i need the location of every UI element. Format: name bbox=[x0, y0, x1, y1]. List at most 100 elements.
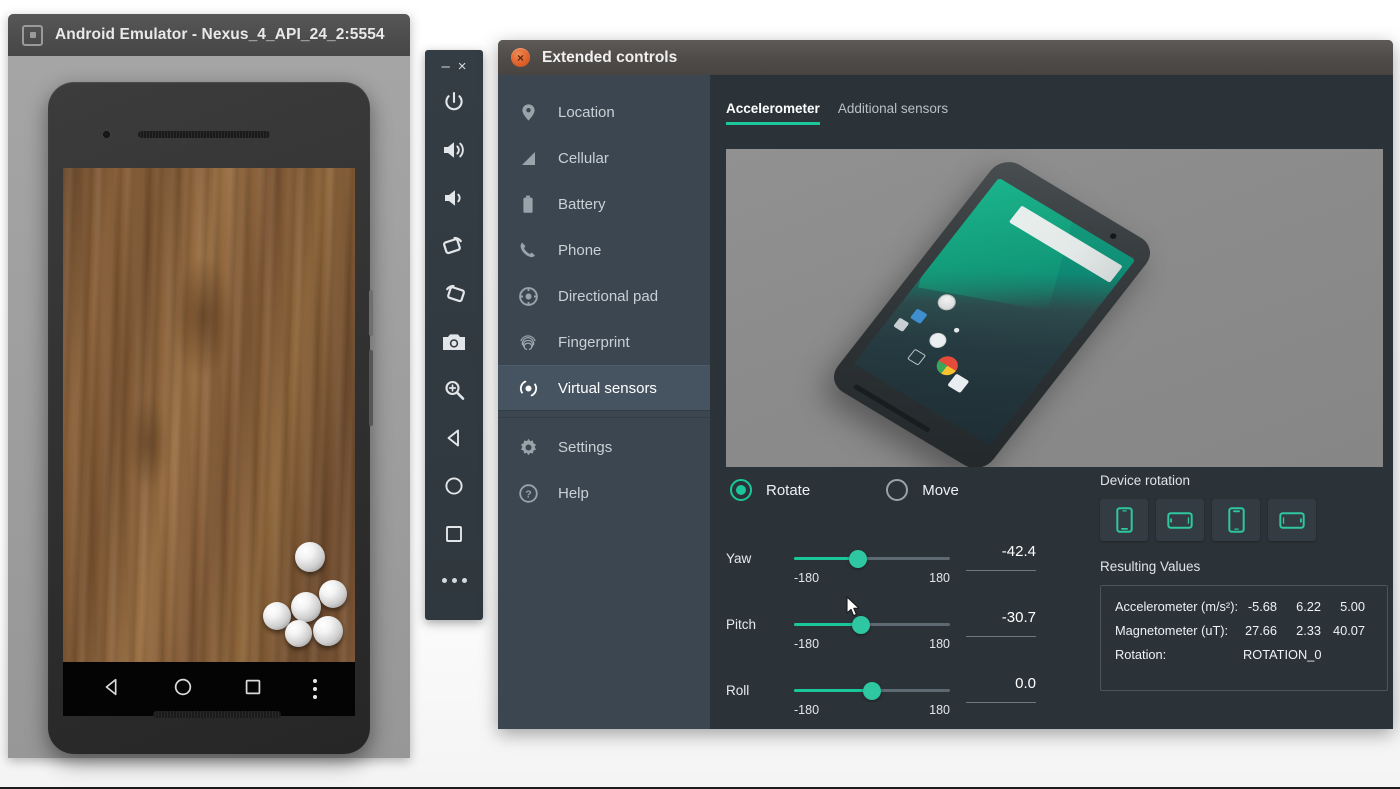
radio-rotate[interactable]: Rotate bbox=[730, 479, 810, 501]
preview-settings-icon bbox=[907, 348, 926, 365]
device-navigation-bar[interactable] bbox=[63, 662, 355, 716]
virtual-sensors-panel: Accelerometer Additional sensors bbox=[710, 75, 1393, 729]
slider-value-roll[interactable]: 0.0 bbox=[966, 675, 1036, 703]
preview-device-screen bbox=[854, 178, 1136, 446]
toolbar-window-buttons: – × bbox=[425, 50, 483, 78]
sidebar-item-cellular[interactable]: Cellular bbox=[498, 135, 710, 181]
phone-handset-icon bbox=[518, 240, 538, 260]
sidebar-item-label: Virtual sensors bbox=[558, 380, 657, 397]
slider-knob-yaw[interactable] bbox=[849, 550, 867, 568]
slider-min-roll: -180 bbox=[794, 703, 819, 717]
volume-up-icon[interactable] bbox=[425, 126, 483, 174]
rotation-value: ROTATION_0 bbox=[1243, 647, 1321, 662]
nav-back-icon[interactable] bbox=[101, 676, 123, 703]
camera-icon[interactable] bbox=[425, 318, 483, 366]
rotation-reverse-portrait-icon[interactable] bbox=[1212, 499, 1260, 541]
device-rotation-buttons bbox=[1100, 499, 1388, 541]
sidebar-item-battery[interactable]: Battery bbox=[498, 181, 710, 227]
marble-ball bbox=[295, 542, 325, 572]
slider-value-yaw[interactable]: -42.4 bbox=[966, 543, 1036, 571]
preview-google-icon bbox=[934, 292, 959, 314]
preview-search-bar bbox=[1009, 205, 1123, 282]
minimize-button[interactable]: – bbox=[441, 59, 449, 74]
rotation-landscape-icon[interactable] bbox=[1156, 499, 1204, 541]
device-power-button[interactable] bbox=[369, 290, 373, 336]
slider-track-roll[interactable] bbox=[794, 689, 950, 692]
slider-track-pitch[interactable] bbox=[794, 623, 950, 626]
dpad-icon bbox=[518, 286, 538, 306]
close-icon[interactable]: × bbox=[511, 48, 530, 67]
slider-row-roll: Roll -180 180 0.0 bbox=[726, 659, 1026, 725]
slider-fill-pitch bbox=[794, 623, 861, 626]
volume-down-icon[interactable] bbox=[425, 174, 483, 222]
slider-row-yaw: Yaw -180 180 -42.4 bbox=[726, 527, 1026, 593]
home-icon[interactable] bbox=[425, 462, 483, 510]
sidebar-item-phone[interactable]: Phone bbox=[498, 227, 710, 273]
rotation-portrait-icon[interactable] bbox=[1100, 499, 1148, 541]
slider-min-yaw: -180 bbox=[794, 571, 819, 585]
bottom-speaker bbox=[153, 711, 281, 718]
accelerometer-key: Accelerometer (m/s²): bbox=[1115, 599, 1243, 614]
emulator-window-body bbox=[8, 56, 410, 758]
preview-calendar-icon bbox=[926, 330, 950, 351]
sidebar-item-label: Location bbox=[558, 104, 615, 121]
extended-controls-body: Location Cellular Battery Phone bbox=[498, 75, 1393, 729]
sidebar-item-label: Cellular bbox=[558, 150, 609, 167]
fingerprint-icon bbox=[518, 332, 538, 352]
overview-icon[interactable] bbox=[425, 510, 483, 558]
resulting-values-label: Resulting Values bbox=[1100, 559, 1388, 574]
power-icon[interactable] bbox=[425, 78, 483, 126]
sidebar-item-label: Directional pad bbox=[558, 288, 658, 305]
sidebar-item-settings[interactable]: Settings bbox=[498, 424, 710, 470]
wood-background-image bbox=[63, 168, 355, 662]
preview-app-dot-icon bbox=[953, 327, 960, 334]
tab-accelerometer[interactable]: Accelerometer bbox=[726, 101, 820, 125]
device-volume-button[interactable] bbox=[369, 350, 373, 426]
slider-value-pitch[interactable]: -30.7 bbox=[966, 609, 1036, 637]
nav-recents-icon[interactable] bbox=[242, 676, 264, 703]
sidebar-item-label: Battery bbox=[558, 196, 606, 213]
preview-play-icon bbox=[893, 317, 909, 331]
sidebar-item-virtual-sensors[interactable]: Virtual sensors bbox=[498, 365, 710, 411]
sidebar-item-fingerprint[interactable]: Fingerprint bbox=[498, 319, 710, 365]
sidebar-item-location[interactable]: Location bbox=[498, 89, 710, 135]
slider-row-pitch: Pitch -180 180 -30.7 bbox=[726, 593, 1026, 659]
preview-maps-icon bbox=[910, 308, 928, 324]
sidebar-item-directional-pad[interactable]: Directional pad bbox=[498, 273, 710, 319]
accelerometer-z: 5.00 bbox=[1331, 599, 1365, 614]
extended-controls-titlebar[interactable]: × Extended controls bbox=[498, 40, 1393, 75]
slider-track-yaw[interactable] bbox=[794, 557, 950, 560]
device-rotation-section: Device rotation Resulting Values bbox=[1100, 473, 1388, 691]
slider-knob-roll[interactable] bbox=[863, 682, 881, 700]
device-screen[interactable] bbox=[63, 168, 355, 662]
more-icon[interactable] bbox=[425, 558, 483, 602]
back-icon[interactable] bbox=[425, 414, 483, 462]
accelerometer-y: 6.22 bbox=[1287, 599, 1321, 614]
radio-move-label: Move bbox=[922, 482, 959, 499]
slider-label-pitch: Pitch bbox=[726, 617, 756, 632]
rotate-left-icon[interactable] bbox=[425, 222, 483, 270]
rotation-reverse-landscape-icon[interactable] bbox=[1268, 499, 1316, 541]
location-pin-icon bbox=[518, 102, 538, 122]
rotation-sliders: Yaw -180 180 -42.4 Pitch bbox=[726, 527, 1026, 725]
magnetometer-values: 27.66 2.33 40.07 bbox=[1243, 623, 1365, 638]
emulator-titlebar[interactable]: Android Emulator - Nexus_4_API_24_2:5554 bbox=[8, 14, 410, 56]
sidebar-item-help[interactable]: ? Help bbox=[498, 470, 710, 516]
nav-overflow-icon[interactable] bbox=[313, 679, 317, 699]
device-orientation-preview[interactable] bbox=[726, 149, 1383, 467]
accelerometer-values: -5.68 6.22 5.00 bbox=[1243, 599, 1365, 614]
help-circle-icon: ? bbox=[518, 483, 538, 503]
zoom-icon[interactable] bbox=[425, 366, 483, 414]
sidebar-item-label: Settings bbox=[558, 439, 612, 456]
rotate-right-icon[interactable] bbox=[425, 270, 483, 318]
android-emulator-window: Android Emulator - Nexus_4_API_24_2:5554 bbox=[8, 14, 410, 758]
marble-ball bbox=[313, 616, 343, 646]
tab-additional-sensors[interactable]: Additional sensors bbox=[838, 101, 948, 125]
close-button[interactable]: × bbox=[458, 59, 467, 74]
radio-move[interactable]: Move bbox=[886, 479, 959, 501]
nav-home-icon[interactable] bbox=[172, 676, 194, 703]
slider-knob-pitch[interactable] bbox=[852, 616, 870, 634]
extended-controls-window: × Extended controls Location Cellular bbox=[498, 40, 1393, 729]
sidebar-divider bbox=[498, 417, 710, 418]
resulting-values-box: Accelerometer (m/s²): -5.68 6.22 5.00 Ma… bbox=[1100, 585, 1388, 691]
